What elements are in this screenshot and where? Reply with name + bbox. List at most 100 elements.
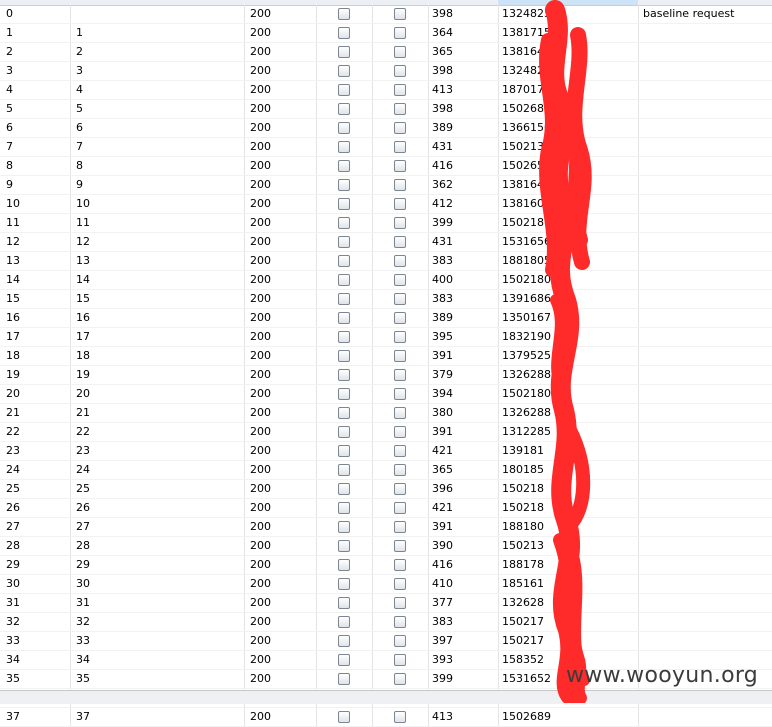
table-row[interactable]: 17 17 200 395 1832190: [0, 328, 772, 347]
error-checkbox[interactable]: [338, 331, 350, 343]
table-row[interactable]: 21 21 200 380 1326288: [0, 404, 772, 423]
timeout-checkbox[interactable]: [394, 312, 406, 324]
table-row[interactable]: 33 33 200 397 150217: [0, 632, 772, 651]
error-checkbox[interactable]: [338, 521, 350, 533]
timeout-checkbox[interactable]: [394, 255, 406, 267]
table-row[interactable]: 10 10 200 412 1381609: [0, 195, 772, 214]
error-checkbox[interactable]: [338, 426, 350, 438]
timeout-checkbox[interactable]: [394, 502, 406, 514]
error-checkbox[interactable]: [338, 502, 350, 514]
error-checkbox[interactable]: [338, 369, 350, 381]
error-checkbox[interactable]: [338, 407, 350, 419]
table-row[interactable]: 12 12 200 431 1531656: [0, 233, 772, 252]
error-checkbox[interactable]: [338, 559, 350, 571]
timeout-checkbox[interactable]: [394, 616, 406, 628]
error-checkbox[interactable]: [338, 616, 350, 628]
timeout-checkbox[interactable]: [394, 122, 406, 134]
timeout-checkbox[interactable]: [394, 369, 406, 381]
timeout-checkbox[interactable]: [394, 103, 406, 115]
error-checkbox[interactable]: [338, 578, 350, 590]
table-row[interactable]: 9 9 200 362 1381646: [0, 176, 772, 195]
error-checkbox[interactable]: [338, 274, 350, 286]
error-checkbox[interactable]: [338, 445, 350, 457]
timeout-checkbox[interactable]: [394, 711, 406, 723]
table-row[interactable]: 24 24 200 365 180185: [0, 461, 772, 480]
table-row[interactable]: 0 200 398 13248253 baseline request: [0, 5, 772, 24]
error-checkbox[interactable]: [338, 46, 350, 58]
table-row[interactable]: 11 11 200 399 1502181: [0, 214, 772, 233]
error-checkbox[interactable]: [338, 464, 350, 476]
error-checkbox[interactable]: [338, 141, 350, 153]
table-row[interactable]: 31 31 200 377 132628: [0, 594, 772, 613]
error-checkbox[interactable]: [338, 293, 350, 305]
timeout-checkbox[interactable]: [394, 407, 406, 419]
table-row[interactable]: 6 6 200 389 1366156: [0, 119, 772, 138]
timeout-checkbox[interactable]: [394, 84, 406, 96]
error-checkbox[interactable]: [338, 673, 350, 685]
error-checkbox[interactable]: [338, 217, 350, 229]
timeout-checkbox[interactable]: [394, 635, 406, 647]
timeout-checkbox[interactable]: [394, 654, 406, 666]
timeout-checkbox[interactable]: [394, 483, 406, 495]
error-checkbox[interactable]: [338, 84, 350, 96]
timeout-checkbox[interactable]: [394, 274, 406, 286]
timeout-checkbox[interactable]: [394, 331, 406, 343]
error-checkbox[interactable]: [338, 540, 350, 552]
timeout-checkbox[interactable]: [394, 65, 406, 77]
timeout-checkbox[interactable]: [394, 350, 406, 362]
horizontal-scrollbar[interactable]: [0, 690, 772, 704]
timeout-checkbox[interactable]: [394, 426, 406, 438]
table-row[interactable]: 3 3 200 398 1324825: [0, 62, 772, 81]
timeout-checkbox[interactable]: [394, 521, 406, 533]
timeout-checkbox[interactable]: [394, 27, 406, 39]
error-checkbox[interactable]: [338, 635, 350, 647]
timeout-checkbox[interactable]: [394, 8, 406, 20]
error-checkbox[interactable]: [338, 597, 350, 609]
table-row[interactable]: 29 29 200 416 188178: [0, 556, 772, 575]
table-row[interactable]: 20 20 200 394 1502180: [0, 385, 772, 404]
error-checkbox[interactable]: [338, 255, 350, 267]
timeout-checkbox[interactable]: [394, 198, 406, 210]
error-checkbox[interactable]: [338, 103, 350, 115]
table-row[interactable]: 23 23 200 421 139181: [0, 442, 772, 461]
error-checkbox[interactable]: [338, 654, 350, 666]
table-row[interactable]: 7 7 200 431 1502131: [0, 138, 772, 157]
table-row[interactable]: 28 28 200 390 150213: [0, 537, 772, 556]
table-row[interactable]: 26 26 200 421 150218: [0, 499, 772, 518]
error-checkbox[interactable]: [338, 483, 350, 495]
timeout-checkbox[interactable]: [394, 464, 406, 476]
timeout-checkbox[interactable]: [394, 236, 406, 248]
table-row[interactable]: 32 32 200 383 150217: [0, 613, 772, 632]
table-row[interactable]: 1 1 200 364 1381715: [0, 24, 772, 43]
table-row[interactable]: 16 16 200 389 1350167: [0, 309, 772, 328]
error-checkbox[interactable]: [338, 65, 350, 77]
error-checkbox[interactable]: [338, 160, 350, 172]
timeout-checkbox[interactable]: [394, 597, 406, 609]
timeout-checkbox[interactable]: [394, 141, 406, 153]
table-row[interactable]: 25 25 200 396 150218: [0, 480, 772, 499]
error-checkbox[interactable]: [338, 388, 350, 400]
error-checkbox[interactable]: [338, 8, 350, 20]
table-row[interactable]: 30 30 200 410 185161: [0, 575, 772, 594]
timeout-checkbox[interactable]: [394, 540, 406, 552]
error-checkbox[interactable]: [338, 312, 350, 324]
timeout-checkbox[interactable]: [394, 46, 406, 58]
table-row[interactable]: 4 4 200 413 1870172: [0, 81, 772, 100]
error-checkbox[interactable]: [338, 198, 350, 210]
timeout-checkbox[interactable]: [394, 160, 406, 172]
table-row[interactable]: 13 13 200 383 1881805: [0, 252, 772, 271]
table-row[interactable]: 27 27 200 391 188180: [0, 518, 772, 537]
error-checkbox[interactable]: [338, 179, 350, 191]
timeout-checkbox[interactable]: [394, 445, 406, 457]
error-checkbox[interactable]: [338, 350, 350, 362]
timeout-checkbox[interactable]: [394, 217, 406, 229]
table-row[interactable]: 15 15 200 383 1391686: [0, 290, 772, 309]
table-row[interactable]: 18 18 200 391 1379525: [0, 347, 772, 366]
error-checkbox[interactable]: [338, 27, 350, 39]
timeout-checkbox[interactable]: [394, 559, 406, 571]
table-row[interactable]: 14 14 200 400 1502180: [0, 271, 772, 290]
results-table[interactable]: 0 200 398 13248253 baseline request 1 1 200 364 1…: [0, 5, 772, 727]
timeout-checkbox[interactable]: [394, 578, 406, 590]
error-checkbox[interactable]: [338, 236, 350, 248]
timeout-checkbox[interactable]: [394, 388, 406, 400]
